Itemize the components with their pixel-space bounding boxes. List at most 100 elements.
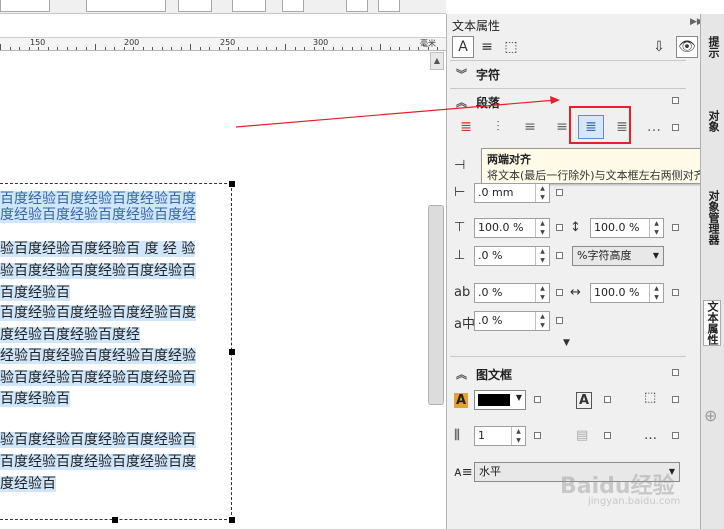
text-properties-docker	[446, 14, 700, 529]
ruler-tick	[275, 47, 277, 50]
columns-field[interactable]: 1 ▲ ▼	[474, 426, 526, 446]
text-line[interactable]: 验百度经验百度经验百度经验百	[0, 432, 196, 448]
property-button[interactable]	[232, 0, 266, 12]
line-spacing-field[interactable]: 100.0 % ▲ ▼	[590, 218, 664, 238]
line-spacing-checkbox[interactable]	[672, 224, 679, 231]
text-line[interactable]: 百度经验百度经验百度经验百度	[0, 191, 196, 207]
force-justify-icon[interactable]: ≣	[610, 116, 634, 138]
no-alignment-icon[interactable]: ≣	[454, 116, 478, 138]
baidu-watermark-url: jingyan.baidu.com	[588, 496, 681, 507]
tab-object[interactable]: 对象	[703, 110, 721, 132]
text-line[interactable]: 度经验百度经验百度经	[0, 327, 140, 343]
text-line[interactable]: 验百度经验百度经验百 度 经 验	[0, 241, 196, 257]
divider	[450, 356, 686, 357]
ruler-tick	[361, 47, 362, 50]
lang-spacing-checkbox[interactable]	[556, 317, 563, 324]
justify-align-icon[interactable]: ≣	[578, 115, 604, 139]
more-options-icon[interactable]: …	[644, 428, 657, 443]
section-checkbox[interactable]	[672, 369, 679, 376]
column-settings-checkbox[interactable]	[604, 432, 611, 439]
text-line[interactable]: 验百度经验百度经验百度经验百	[0, 263, 196, 279]
char-spacing-field[interactable]: .0 % ▲ ▼	[474, 283, 550, 303]
space-before-checkbox[interactable]	[556, 224, 563, 231]
section-character[interactable]: 字符	[476, 66, 500, 83]
ruler-tick	[351, 47, 353, 50]
align-left-icon[interactable]: ⫶	[486, 116, 510, 138]
tab-text-properties[interactable]: 文本属性	[703, 300, 721, 346]
ruler-tick	[418, 47, 419, 50]
text-line[interactable]: 验百度经验百度经验百度经验百	[0, 370, 196, 386]
ruler-tick	[256, 47, 258, 50]
text-line[interactable]: 度经验百	[0, 476, 56, 492]
section-frame[interactable]: 图文框	[476, 366, 512, 383]
tab-hints[interactable]: 提示	[703, 36, 721, 58]
tooltip-description: 将文本(最后一行除外)与文本框左右两侧对齐。	[487, 169, 716, 182]
section-paragraph[interactable]: 段落	[476, 94, 500, 111]
scroll-up-arrow-icon[interactable]: ▲	[430, 52, 444, 70]
lang-spacing-field[interactable]: .0 % ▲ ▼	[474, 311, 550, 331]
fill-checkbox[interactable]	[534, 396, 541, 403]
text-line[interactable]: 百度经验百度经验百度经验百度	[0, 305, 196, 321]
char-spacing-checkbox[interactable]	[556, 289, 563, 296]
property-button[interactable]	[378, 0, 400, 12]
frame-text-content[interactable]: 百度经验百度经验百度经验百度 度经验百度经验百度经验百度经 验百度经验百度经验百…	[0, 0, 232, 529]
collapse-chevron-icon[interactable]: ︽	[456, 366, 467, 382]
ruler-tick	[237, 47, 239, 50]
ruler-tick	[408, 47, 410, 50]
columns-checkbox[interactable]	[534, 432, 541, 439]
spacing-unit-dropdown[interactable]: %字符高度 ▼	[572, 246, 664, 266]
collapse-chevron-icon[interactable]: ︽	[456, 94, 467, 110]
word-spacing-icon: ↔	[570, 285, 581, 300]
property-button[interactable]	[346, 0, 368, 12]
columns-icon: ⫼	[454, 428, 460, 443]
indent-checkbox[interactable]	[556, 189, 563, 196]
frame-size-checkbox[interactable]	[672, 396, 679, 403]
more-options-icon[interactable]: …	[642, 116, 666, 138]
tab-object-manager[interactable]: 对象管理器	[703, 190, 721, 245]
frame-tab-icon[interactable]: ⬚	[500, 36, 522, 58]
background-color-icon: A	[454, 393, 469, 408]
space-after-checkbox[interactable]	[556, 252, 563, 259]
frame-size-icon[interactable]: ⬚	[644, 390, 656, 405]
text-line[interactable]: 百度经验百度经验百度经验百度	[0, 454, 196, 470]
preview-eye-icon[interactable]: 👁	[676, 36, 698, 58]
fill-color-picker[interactable]: ▼	[474, 390, 526, 410]
indent-field[interactable]: .0 mm ▲ ▼	[474, 183, 550, 203]
column-settings-icon[interactable]: ▤	[576, 428, 588, 443]
word-spacing-checkbox[interactable]	[672, 289, 679, 296]
add-tab-icon[interactable]: ⊕	[704, 406, 717, 425]
ruler-tick	[323, 47, 324, 50]
expand-chevron-icon[interactable]: ︾	[456, 66, 467, 82]
ruler-tick	[266, 47, 267, 50]
text-line[interactable]: 经验百度经验百度经验百度经验	[0, 348, 196, 364]
align-center-icon[interactable]: ≡	[518, 116, 542, 138]
ruler-tick	[427, 47, 429, 50]
tooltip-title: 两端对齐	[487, 153, 531, 166]
text-line[interactable]: 百度经验百	[0, 285, 70, 301]
ruler-tick	[399, 47, 400, 50]
space-before-field[interactable]: 100.0 % ▲ ▼	[474, 218, 550, 238]
ruler-tick	[247, 47, 248, 50]
chevron-down-icon: ▼	[515, 393, 522, 402]
frame-text-icon[interactable]: A	[576, 392, 593, 409]
character-tab-icon[interactable]: A	[452, 36, 474, 58]
vertical-scrollbar-thumb[interactable]	[428, 205, 444, 405]
ruler-tick	[294, 47, 296, 50]
section-checkbox[interactable]	[672, 97, 679, 104]
text-line[interactable]: 百度经验百	[0, 391, 70, 407]
line-spacing-icon: ↕	[570, 220, 581, 235]
more-down-arrow-icon[interactable]: ▼	[563, 338, 570, 348]
property-button[interactable]	[282, 0, 304, 12]
ruler-tick	[285, 44, 286, 50]
more-checkbox[interactable]	[672, 432, 679, 439]
space-after-icon: ⊥	[454, 248, 466, 263]
paragraph-tab-icon[interactable]: ≡	[476, 36, 498, 58]
ruler-tick	[380, 44, 381, 50]
option-checkbox[interactable]	[672, 124, 679, 131]
frame-text-checkbox[interactable]	[604, 396, 611, 403]
apply-icon[interactable]: ⇩	[648, 36, 670, 58]
word-spacing-field[interactable]: 100.0 % ▲ ▼	[590, 283, 664, 303]
char-spacing-icon: ab	[454, 285, 471, 300]
text-line[interactable]: 度经验百度经验百度经验百度经	[0, 207, 196, 223]
space-after-field[interactable]: .0 % ▲ ▼	[474, 246, 550, 266]
